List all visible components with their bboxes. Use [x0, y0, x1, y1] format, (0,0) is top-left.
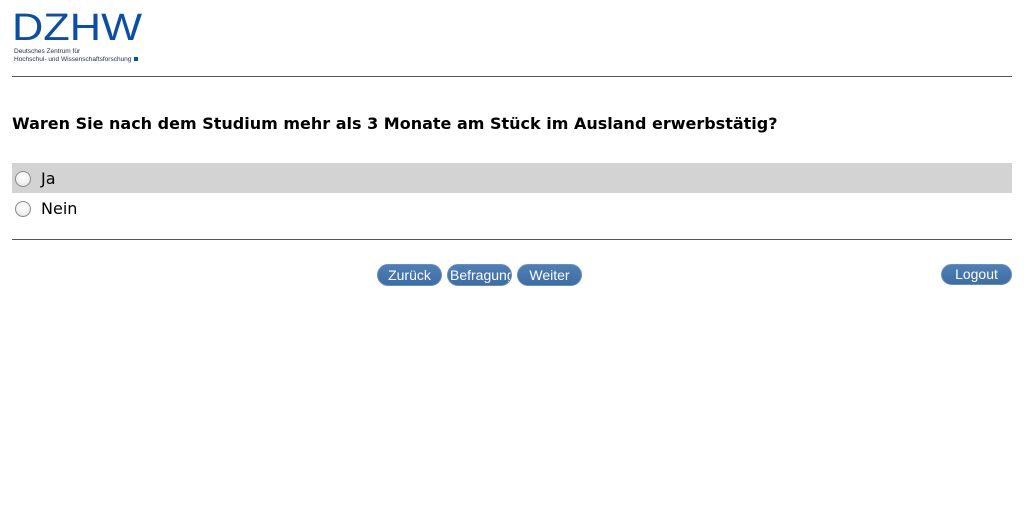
- option-nein[interactable]: Nein: [12, 193, 1012, 223]
- survey-button[interactable]: Befragung: [447, 264, 512, 286]
- option-ja[interactable]: Ja: [12, 163, 1012, 193]
- question-text: Waren Sie nach dem Studium mehr als 3 Mo…: [12, 114, 778, 133]
- dzhw-wordmark-icon: DZHW: [12, 8, 142, 48]
- back-button[interactable]: Zurück: [377, 264, 442, 286]
- radio-nein[interactable]: [15, 201, 31, 217]
- logo-subtitle: Deutsches Zentrum für Hochschul- und Wis…: [14, 48, 139, 64]
- survey-page: DZHW Deutsches Zentrum für Hochschul- un…: [0, 0, 1024, 505]
- radio-ja[interactable]: [15, 171, 31, 187]
- logout-button[interactable]: Logout: [941, 264, 1012, 285]
- logo-subtitle-line1: Deutsches Zentrum für: [14, 48, 81, 55]
- footer-divider: [12, 239, 1012, 240]
- logo-square-icon: [134, 57, 139, 62]
- dzhw-logo: DZHW Deutsches Zentrum für Hochschul- un…: [12, 8, 147, 68]
- header-divider: [12, 76, 1012, 77]
- logo-subtitle-line2: Hochschul- und Wissenschaftsforschung: [14, 56, 132, 63]
- logo-wordmark: DZHW: [12, 8, 142, 48]
- option-nein-label: Nein: [41, 198, 78, 218]
- next-button[interactable]: Weiter: [517, 264, 582, 286]
- option-ja-label: Ja: [41, 168, 56, 188]
